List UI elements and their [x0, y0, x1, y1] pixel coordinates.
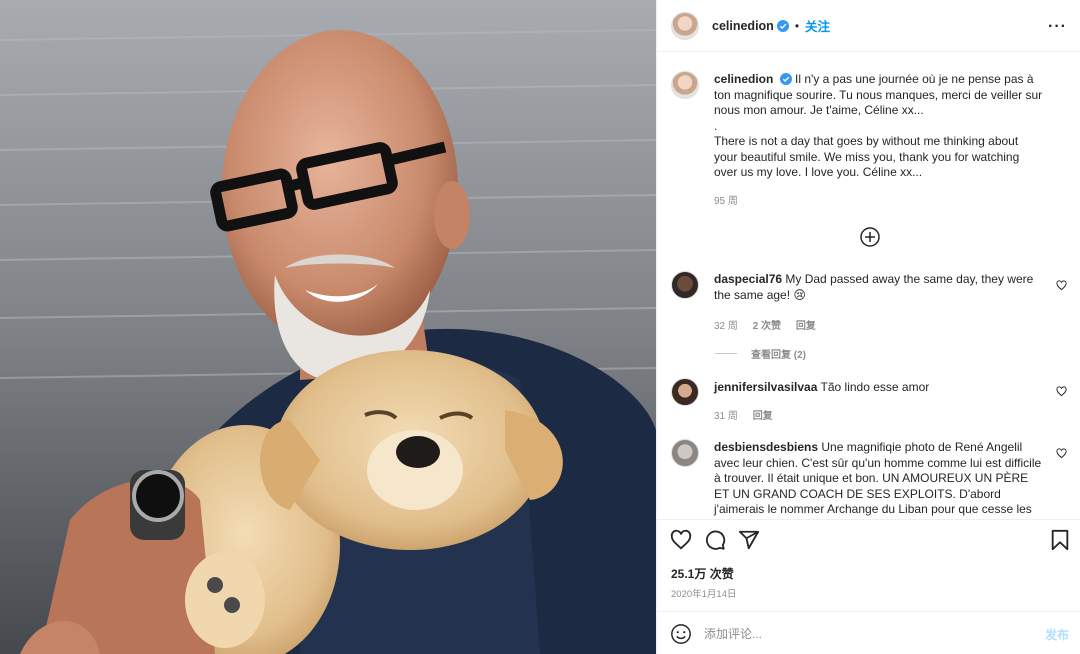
heart-icon[interactable]: [1056, 386, 1067, 397]
comment-icon[interactable]: [704, 529, 726, 551]
comment-likes[interactable]: 2 次赞: [753, 321, 781, 332]
post-photo: [0, 0, 656, 654]
post-details-panel: celinedion • 关注 ··· celinedion Il n'y a …: [656, 0, 1080, 654]
author-avatar[interactable]: [671, 11, 699, 40]
view-replies-button[interactable]: 查看回复 (2): [715, 346, 806, 361]
post-comment-button[interactable]: 发布: [1045, 626, 1069, 643]
comment-time[interactable]: 32 周: [714, 321, 738, 332]
comment-username[interactable]: jennifersilvasilvaa: [714, 380, 817, 394]
caption-avatar[interactable]: [671, 71, 699, 99]
like-count[interactable]: 25.1万 次赞: [671, 565, 734, 582]
bookmark-icon[interactable]: [1049, 529, 1071, 551]
post-actions: 25.1万 次赞 2020年1月14日: [657, 519, 1080, 611]
follow-button[interactable]: 关注: [805, 16, 830, 35]
comments-section[interactable]: celinedion Il n'y a pas une journée où j…: [657, 53, 1080, 519]
verified-badge-icon: [776, 19, 789, 32]
heart-icon[interactable]: [1056, 280, 1067, 291]
heart-icon[interactable]: [1056, 448, 1067, 459]
comment-username[interactable]: desbiensdesbiens: [714, 440, 818, 454]
comment-username[interactable]: daspecial76: [714, 272, 782, 286]
separator-dot: •: [794, 18, 800, 33]
caption-username[interactable]: celinedion: [714, 72, 773, 86]
caption-text-en: There is not a day that goes by without …: [714, 134, 1020, 179]
commenter-avatar[interactable]: [671, 378, 699, 406]
comment-composer: 发布: [657, 611, 1080, 654]
replies-divider: [715, 353, 737, 354]
author-username[interactable]: celinedion: [712, 19, 774, 33]
view-replies-label: 查看回复 (2): [751, 350, 806, 361]
commenter-avatar[interactable]: [671, 271, 699, 299]
verified-badge-icon: [779, 73, 792, 85]
plus-circle-icon[interactable]: [860, 227, 880, 247]
caption-time[interactable]: 95 周: [714, 196, 738, 207]
commenter-avatar[interactable]: [671, 439, 699, 467]
share-icon[interactable]: [738, 529, 760, 551]
comment-text: Tão lindo esse amor: [820, 380, 930, 394]
caption-separator: .: [714, 118, 718, 133]
post-date[interactable]: 2020年1月14日: [671, 586, 736, 600]
post-header: celinedion • 关注 ···: [657, 0, 1080, 52]
comment-time[interactable]: 31 周: [714, 411, 738, 422]
reply-button[interactable]: 回复: [753, 411, 773, 422]
reply-button[interactable]: 回复: [796, 321, 816, 332]
emoji-icon[interactable]: [670, 623, 692, 645]
comment-input[interactable]: [704, 621, 1024, 647]
more-options-icon[interactable]: ···: [1048, 18, 1067, 36]
heart-icon[interactable]: [670, 529, 692, 551]
man-with-puppy-photo: [0, 0, 656, 654]
